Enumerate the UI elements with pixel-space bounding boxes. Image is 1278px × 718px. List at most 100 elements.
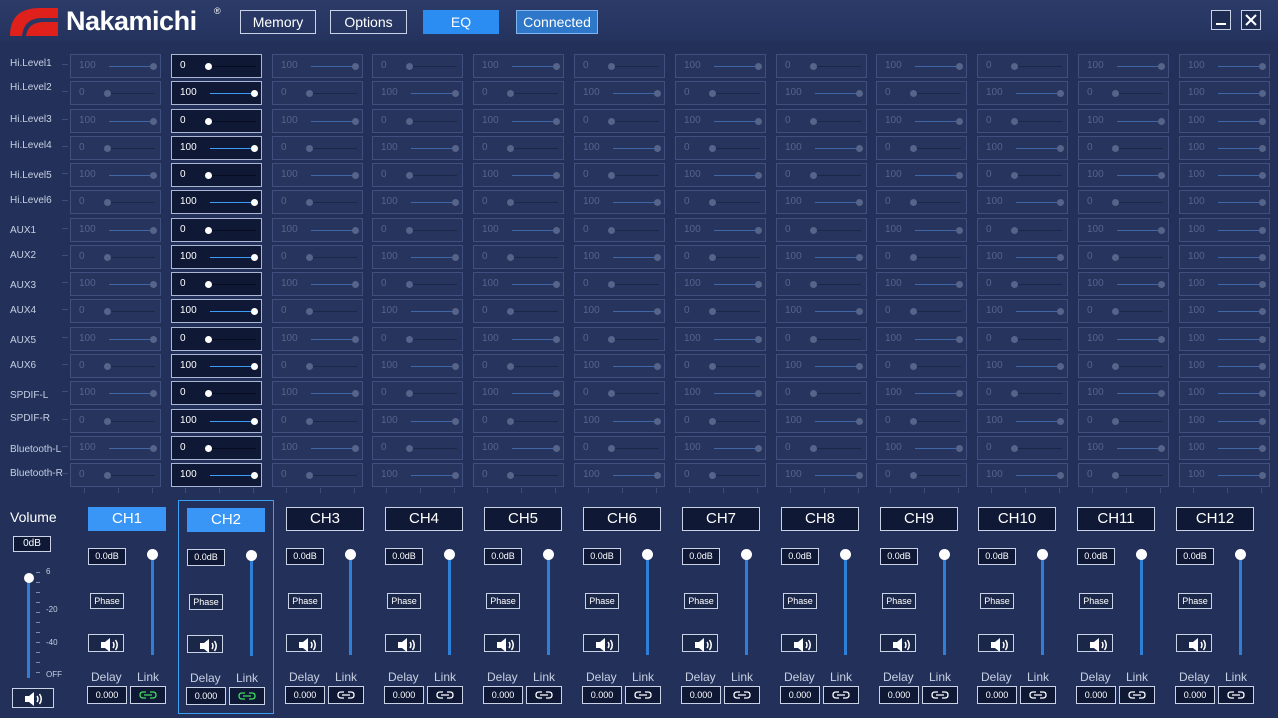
phase-button[interactable]: Phase xyxy=(288,593,322,609)
matrix-cell-slider[interactable]: 100 xyxy=(372,190,463,214)
matrix-cell-thumb[interactable] xyxy=(306,145,313,152)
matrix-cell-thumb[interactable] xyxy=(1158,390,1165,397)
matrix-cell-slider[interactable]: 100 xyxy=(574,463,665,487)
matrix-cell-thumb[interactable] xyxy=(452,418,459,425)
matrix-cell-thumb[interactable] xyxy=(1011,227,1018,234)
matrix-cell-thumb[interactable] xyxy=(910,472,917,479)
matrix-cell-slider[interactable]: 100 xyxy=(272,436,363,460)
matrix-cell-thumb[interactable] xyxy=(856,472,863,479)
matrix-cell-slider[interactable]: 100 xyxy=(272,54,363,78)
matrix-cell-slider[interactable]: 100 xyxy=(70,327,161,351)
matrix-cell-thumb[interactable] xyxy=(810,63,817,70)
matrix-cell-slider[interactable]: 100 xyxy=(574,354,665,378)
channel-select-button[interactable]: CH5 xyxy=(484,507,562,531)
delay-field[interactable]: 0.000 xyxy=(87,686,127,704)
matrix-cell-thumb[interactable] xyxy=(205,63,212,70)
matrix-cell-thumb[interactable] xyxy=(1057,418,1064,425)
link-toggle[interactable] xyxy=(328,686,364,704)
channel-fader-track[interactable] xyxy=(448,554,451,655)
channel-select-button[interactable]: CH8 xyxy=(781,507,859,531)
matrix-cell-thumb[interactable] xyxy=(810,445,817,452)
channel-gain-field[interactable]: 0.0dB xyxy=(286,548,324,565)
volume-mute-button[interactable] xyxy=(12,688,54,708)
matrix-cell-thumb[interactable] xyxy=(810,390,817,397)
matrix-cell-slider[interactable]: 100 xyxy=(171,354,262,378)
matrix-cell-thumb[interactable] xyxy=(1259,445,1266,452)
matrix-cell-thumb[interactable] xyxy=(755,172,762,179)
matrix-cell-thumb[interactable] xyxy=(150,390,157,397)
close-icon[interactable] xyxy=(1241,10,1261,30)
matrix-cell-slider[interactable]: 0 xyxy=(1078,190,1169,214)
matrix-cell-slider[interactable]: 100 xyxy=(776,190,867,214)
matrix-cell-thumb[interactable] xyxy=(406,445,413,452)
matrix-cell-slider[interactable]: 0 xyxy=(574,381,665,405)
matrix-cell-slider[interactable]: 100 xyxy=(473,54,564,78)
matrix-cell-thumb[interactable] xyxy=(1158,281,1165,288)
matrix-cell-slider[interactable]: 0 xyxy=(574,218,665,242)
matrix-cell-thumb[interactable] xyxy=(205,390,212,397)
channel-fader-thumb[interactable] xyxy=(1136,549,1147,560)
matrix-cell-thumb[interactable] xyxy=(452,308,459,315)
matrix-cell-slider[interactable]: 0 xyxy=(675,245,766,269)
matrix-cell-slider[interactable]: 0 xyxy=(574,163,665,187)
matrix-cell-thumb[interactable] xyxy=(205,281,212,288)
matrix-cell-slider[interactable]: 0 xyxy=(171,109,262,133)
volume-slider-thumb[interactable] xyxy=(24,573,34,583)
channel-mute-button[interactable] xyxy=(978,634,1014,652)
matrix-cell-slider[interactable]: 100 xyxy=(876,272,967,296)
matrix-cell-slider[interactable]: 0 xyxy=(70,409,161,433)
matrix-cell-thumb[interactable] xyxy=(1112,199,1119,206)
matrix-cell-thumb[interactable] xyxy=(205,172,212,179)
matrix-cell-slider[interactable]: 0 xyxy=(473,299,564,323)
channel-fader-track[interactable] xyxy=(943,554,946,655)
channel-fader-thumb[interactable] xyxy=(1235,549,1246,560)
matrix-cell-thumb[interactable] xyxy=(205,445,212,452)
matrix-cell-slider[interactable]: 100 xyxy=(776,81,867,105)
matrix-cell-thumb[interactable] xyxy=(1158,63,1165,70)
matrix-cell-slider[interactable]: 0 xyxy=(675,136,766,160)
phase-button[interactable]: Phase xyxy=(783,593,817,609)
matrix-cell-thumb[interactable] xyxy=(755,118,762,125)
matrix-cell-thumb[interactable] xyxy=(1011,336,1018,343)
matrix-cell-slider[interactable]: 100 xyxy=(977,136,1068,160)
phase-button[interactable]: Phase xyxy=(189,594,223,610)
matrix-cell-thumb[interactable] xyxy=(856,418,863,425)
matrix-cell-slider[interactable]: 0 xyxy=(876,81,967,105)
matrix-cell-thumb[interactable] xyxy=(406,281,413,288)
matrix-cell-slider[interactable]: 0 xyxy=(1078,409,1169,433)
matrix-cell-thumb[interactable] xyxy=(150,445,157,452)
matrix-cell-thumb[interactable] xyxy=(352,227,359,234)
delay-field[interactable]: 0.000 xyxy=(483,686,523,704)
matrix-cell-thumb[interactable] xyxy=(1259,145,1266,152)
matrix-cell-slider[interactable]: 0 xyxy=(675,190,766,214)
matrix-cell-thumb[interactable] xyxy=(1259,281,1266,288)
matrix-cell-thumb[interactable] xyxy=(654,418,661,425)
channel-gain-field[interactable]: 0.0dB xyxy=(682,548,720,565)
matrix-cell-thumb[interactable] xyxy=(1057,472,1064,479)
matrix-cell-thumb[interactable] xyxy=(1158,445,1165,452)
matrix-cell-slider[interactable]: 0 xyxy=(473,354,564,378)
matrix-cell-thumb[interactable] xyxy=(755,445,762,452)
matrix-cell-slider[interactable]: 100 xyxy=(1179,463,1270,487)
matrix-cell-slider[interactable]: 0 xyxy=(876,245,967,269)
phase-button[interactable]: Phase xyxy=(1079,593,1113,609)
matrix-cell-thumb[interactable] xyxy=(1112,254,1119,261)
matrix-cell-slider[interactable]: 100 xyxy=(1179,81,1270,105)
matrix-cell-thumb[interactable] xyxy=(810,118,817,125)
matrix-cell-slider[interactable]: 100 xyxy=(171,136,262,160)
matrix-cell-thumb[interactable] xyxy=(507,363,514,370)
channel-select-button[interactable]: CH4 xyxy=(385,507,463,531)
matrix-cell-thumb[interactable] xyxy=(553,63,560,70)
matrix-cell-slider[interactable]: 100 xyxy=(1179,299,1270,323)
matrix-cell-thumb[interactable] xyxy=(553,390,560,397)
matrix-cell-slider[interactable]: 100 xyxy=(70,218,161,242)
volume-value-field[interactable]: 0dB xyxy=(13,536,51,552)
matrix-cell-slider[interactable]: 100 xyxy=(876,381,967,405)
matrix-cell-slider[interactable]: 100 xyxy=(1179,409,1270,433)
link-toggle[interactable] xyxy=(922,686,958,704)
matrix-cell-thumb[interactable] xyxy=(856,199,863,206)
matrix-cell-thumb[interactable] xyxy=(1112,308,1119,315)
phase-button[interactable]: Phase xyxy=(684,593,718,609)
matrix-cell-slider[interactable]: 0 xyxy=(776,272,867,296)
matrix-cell-thumb[interactable] xyxy=(810,227,817,234)
